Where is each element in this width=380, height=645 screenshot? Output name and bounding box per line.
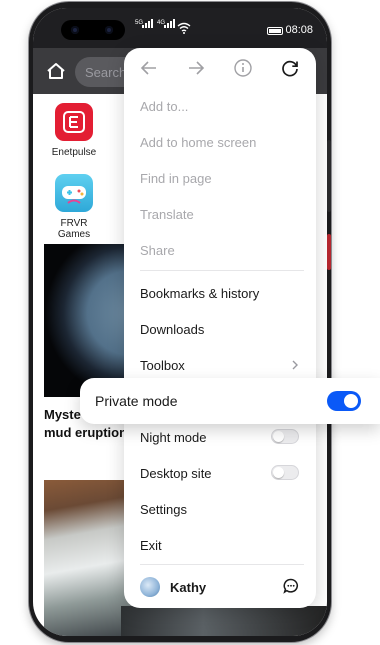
menu-item-night-mode[interactable]: Night mode <box>140 430 206 445</box>
screen: 5G 4G 08:08 Search Enetpulse FRVR Games … <box>33 8 327 636</box>
menu-divider <box>140 564 304 565</box>
news-image-strip[interactable] <box>121 606 327 636</box>
menu-item-exit[interactable]: Exit <box>140 538 162 553</box>
stage: 5G 4G 08:08 Search Enetpulse FRVR Games … <box>0 0 380 645</box>
menu-divider <box>140 270 304 271</box>
refresh-icon[interactable] <box>279 57 301 79</box>
power-button <box>327 234 331 270</box>
menu-navigation-row <box>124 48 316 88</box>
volume-button <box>327 140 331 212</box>
avatar[interactable] <box>140 577 160 597</box>
shortcut-enetpulse[interactable]: Enetpulse <box>43 103 105 158</box>
chat-icon[interactable] <box>282 577 300 595</box>
menu-item-translate: Translate <box>140 207 194 222</box>
menu-item-desktop-site[interactable]: Desktop site <box>140 466 212 481</box>
info-icon[interactable] <box>232 57 254 79</box>
news-image-planet[interactable] <box>44 244 134 397</box>
menu-item-toolbox[interactable]: Toolbox <box>140 358 185 373</box>
menu-item-add-to: Add to... <box>140 99 189 114</box>
search-placeholder: Search <box>85 65 127 80</box>
shortcut-label: FRVR Games <box>57 218 91 240</box>
back-icon[interactable] <box>138 57 160 79</box>
headline-line: mud eruptions <box>44 425 135 440</box>
shortcut-label: Enetpulse <box>51 147 97 158</box>
menu-item-share: Share <box>140 243 175 258</box>
menu-item-find-in-page: Find in page <box>140 171 212 186</box>
menu-item-downloads[interactable]: Downloads <box>140 322 204 337</box>
forward-icon[interactable] <box>185 57 207 79</box>
menu-item-add-to-home-screen: Add to home screen <box>140 135 257 150</box>
chevron-right-icon <box>292 360 298 370</box>
enetpulse-icon <box>55 103 93 141</box>
menu-item-bookmarks-history[interactable]: Bookmarks & history <box>140 286 259 301</box>
status-bar: 5G 4G 08:08 <box>33 8 327 48</box>
signal-bars-icon <box>164 19 175 28</box>
private-mode-label: Private mode <box>95 393 178 409</box>
night-mode-toggle[interactable] <box>271 429 299 444</box>
battery-icon <box>267 27 283 35</box>
front-camera-icon <box>71 26 79 34</box>
private-mode-row[interactable]: Private mode <box>80 378 380 424</box>
account-name[interactable]: Kathy <box>170 580 206 595</box>
home-icon[interactable] <box>45 60 67 82</box>
desktop-site-toggle[interactable] <box>271 465 299 480</box>
gamepad-icon <box>55 174 93 212</box>
menu-item-settings[interactable]: Settings <box>140 502 187 517</box>
wifi-icon <box>177 22 191 34</box>
browser-menu: Add to... Add to home screen Find in pag… <box>124 48 316 608</box>
private-mode-toggle[interactable] <box>327 391 361 411</box>
signal-bars-icon <box>142 19 153 28</box>
camera-cutout <box>61 20 125 40</box>
front-sensor-icon <box>105 26 113 34</box>
clock: 08:08 <box>285 24 313 36</box>
shortcut-frvr-games[interactable]: FRVR Games <box>43 174 105 240</box>
